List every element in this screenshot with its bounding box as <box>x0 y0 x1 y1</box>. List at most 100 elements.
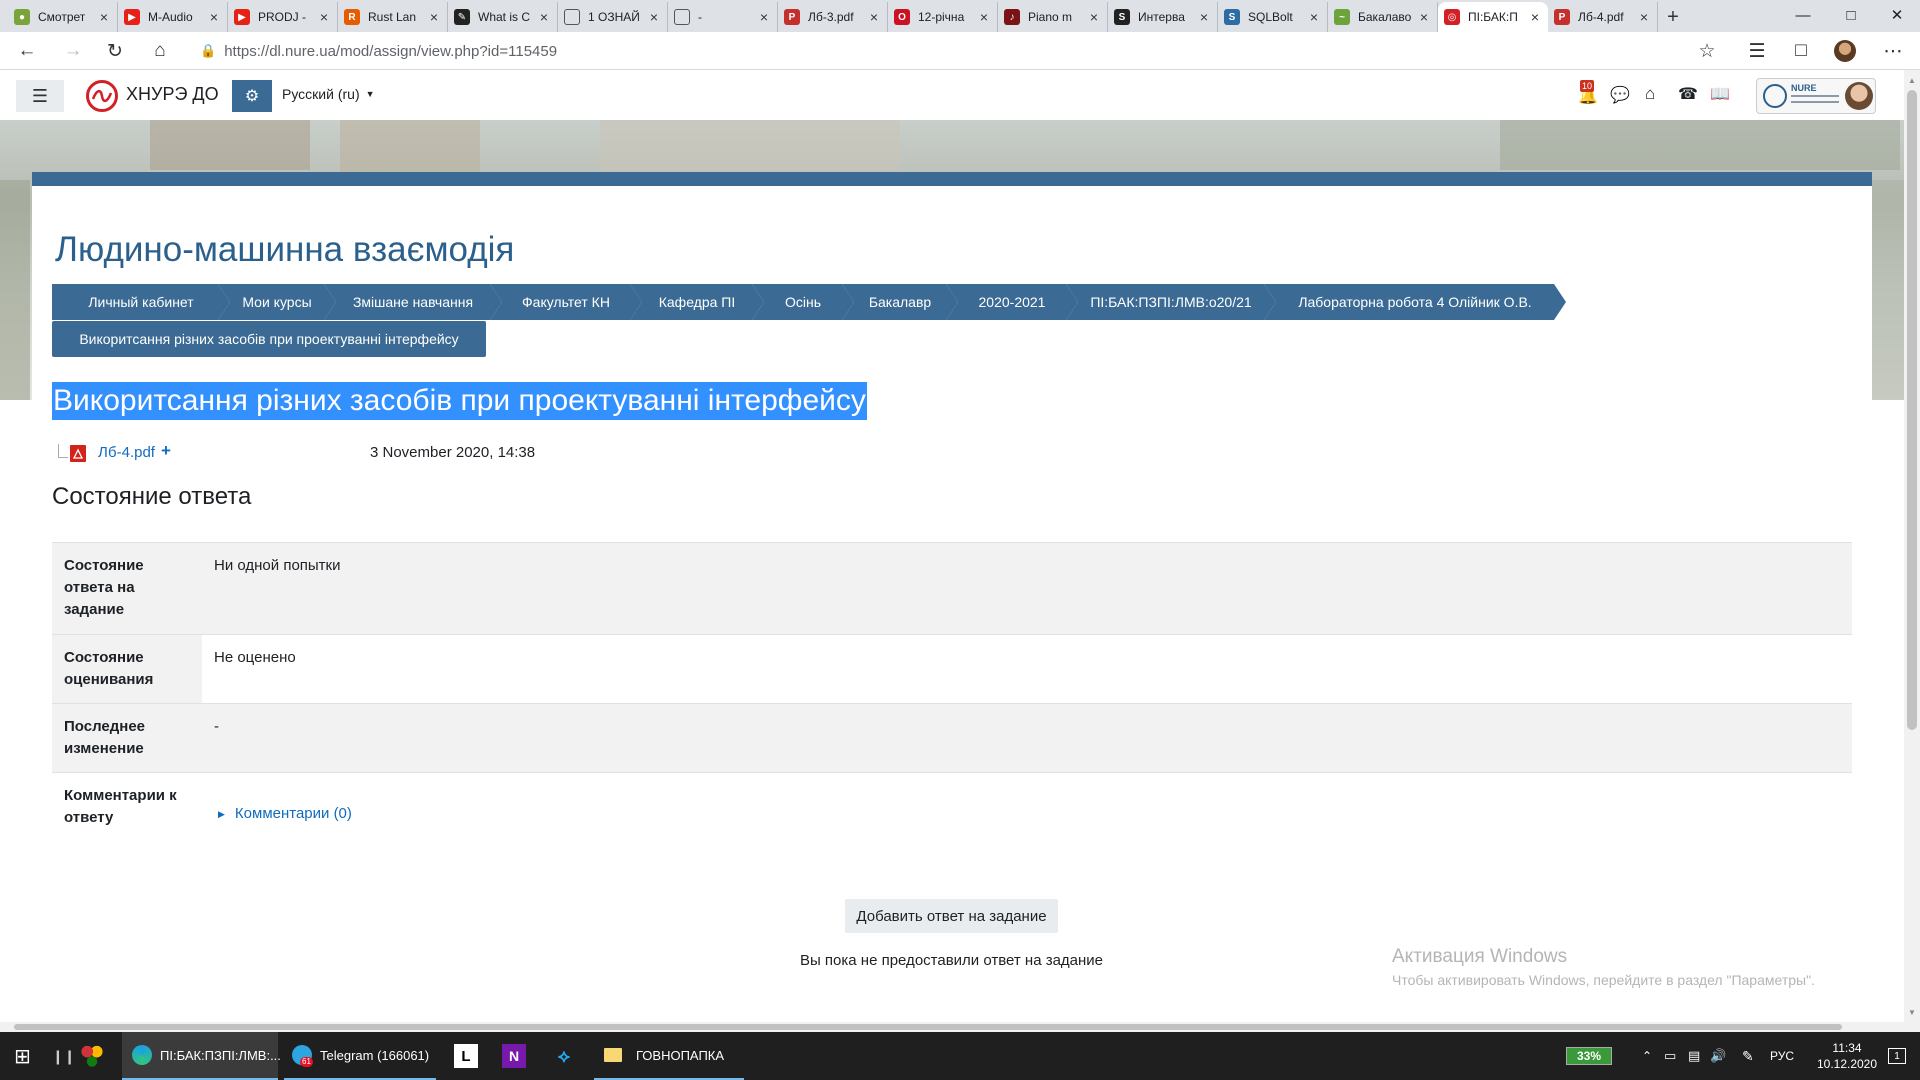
breadcrumb-item[interactable]: Змішане навчання <box>324 284 502 320</box>
lingvo-icon[interactable]: L <box>454 1032 478 1080</box>
breadcrumb-item-current[interactable]: Викоритсання різних засобів при проектув… <box>52 321 486 357</box>
battery-indicator[interactable]: 33% <box>1566 1032 1612 1080</box>
hscrollbar-thumb[interactable] <box>14 1024 1842 1030</box>
file-link[interactable]: Лб-4.pdf <box>98 444 155 461</box>
close-tab-icon[interactable]: × <box>647 9 661 25</box>
add-submission-button[interactable]: Добавить ответ на задание <box>845 899 1058 933</box>
browser-tab[interactable]: S Интерва × <box>1108 2 1218 32</box>
taskbar-folder-window[interactable]: ГОВНОПАПКА <box>594 1032 744 1080</box>
close-tab-icon[interactable]: × <box>1417 9 1431 25</box>
vscode-icon[interactable]: ⟡ <box>552 1032 576 1080</box>
forward-icon[interactable]: → <box>58 36 88 66</box>
browser-tab[interactable]: ✎ What is C × <box>448 2 558 32</box>
browser-tab[interactable]: 1 ОЗНАЙ × <box>558 2 668 32</box>
reload-icon[interactable]: ↻ <box>100 36 130 66</box>
course-title[interactable]: Людино-машинна взаємодія <box>55 230 514 270</box>
favorite-star-icon[interactable]: ☆ <box>1692 36 1722 66</box>
menu-toggle-button[interactable]: ☰ <box>16 80 64 112</box>
close-tab-icon[interactable]: × <box>1087 9 1101 25</box>
browser-tab[interactable]: S SQLBolt × <box>1218 2 1328 32</box>
notification-center-icon[interactable]: 1 <box>1888 1032 1906 1080</box>
close-tab-icon[interactable]: × <box>1197 9 1211 25</box>
new-tab-button[interactable]: + <box>1658 2 1688 32</box>
scrollbar-thumb[interactable] <box>1907 90 1917 730</box>
close-tab-icon[interactable]: × <box>97 9 111 25</box>
breadcrumb-item[interactable]: Осінь <box>752 284 854 320</box>
nure-logo-icon[interactable] <box>86 80 118 112</box>
close-tab-icon[interactable]: × <box>757 9 771 25</box>
taskbar-telegram-window[interactable]: 61 Telegram (166061) <box>284 1032 436 1080</box>
browser-menu-icon[interactable]: ⋯ <box>1878 36 1908 66</box>
collections-icon[interactable]: □ <box>1786 36 1816 66</box>
user-menu[interactable]: NURE <box>1756 78 1876 114</box>
close-tab-icon[interactable]: × <box>867 9 881 25</box>
profile-avatar[interactable] <box>1830 36 1860 66</box>
pen-icon[interactable]: ✎ <box>1742 1032 1754 1080</box>
scroll-down-icon[interactable]: ▼ <box>1908 1008 1916 1017</box>
task-view-icon[interactable]: ❙❙ <box>52 1032 75 1080</box>
language-menu[interactable]: Русский (ru) ▼ <box>282 86 375 102</box>
breadcrumb-item[interactable]: Кафедра ПІ <box>630 284 764 320</box>
input-language[interactable]: РУС <box>1770 1032 1794 1080</box>
breadcrumb-item[interactable]: Лабораторна робота 4 Олійник О.В. <box>1264 284 1566 320</box>
network-icon[interactable]: ▤ <box>1688 1032 1700 1080</box>
colorful-app-icon[interactable] <box>80 1032 104 1080</box>
close-tab-icon[interactable]: × <box>537 9 551 25</box>
onenote-icon[interactable]: N <box>502 1032 526 1080</box>
folder-window-title: ГОВНОПАПКА <box>636 1047 725 1063</box>
breadcrumb-item[interactable]: Личный кабинет <box>52 284 230 320</box>
show-hidden-icons[interactable]: ⌃ <box>1642 1032 1652 1080</box>
home-nav-icon[interactable]: ⌂ <box>1645 84 1655 104</box>
comments-toggle[interactable]: ▶ Комментарии (0) <box>218 803 352 825</box>
plus-icon[interactable]: + <box>161 441 171 461</box>
taskbar-edge-window[interactable]: ПІ:БАК:ПЗПІ:ЛМВ:... <box>122 1032 281 1080</box>
breadcrumb-item[interactable]: Мои курсы <box>218 284 336 320</box>
cogs-icon[interactable]: ⚙ <box>232 80 272 112</box>
book-icon[interactable]: 📖 <box>1710 84 1730 104</box>
browser-tab[interactable]: P Лб-3.pdf × <box>778 2 888 32</box>
breadcrumb-item[interactable]: Факультет КН <box>490 284 642 320</box>
row-label: Комментарии к ответу <box>64 787 177 826</box>
browser-tab[interactable]: - × <box>668 2 778 32</box>
vertical-scrollbar[interactable]: ▲ ▼ <box>1904 70 1920 1032</box>
browser-tab[interactable]: O 12-річна × <box>888 2 998 32</box>
horizontal-scrollbar[interactable] <box>0 1022 1904 1032</box>
home-icon[interactable]: ⌂ <box>145 36 175 66</box>
windows-start-icon[interactable]: ⊞ <box>14 1032 31 1080</box>
breadcrumb-item[interactable]: Бакалавр <box>842 284 958 320</box>
close-tab-icon[interactable]: × <box>1637 9 1651 25</box>
close-tab-icon[interactable]: × <box>977 9 991 25</box>
close-tab-icon[interactable]: × <box>1307 9 1321 25</box>
clock[interactable]: 11:34 10.12.2020 <box>1812 1032 1882 1080</box>
close-tab-icon[interactable]: × <box>1528 9 1542 25</box>
scroll-up-icon[interactable]: ▲ <box>1908 76 1916 85</box>
messages-icon[interactable]: 💬 <box>1610 85 1630 105</box>
maximize-button[interactable]: □ <box>1828 0 1874 30</box>
close-window-button[interactable]: ✕ <box>1874 0 1920 30</box>
back-icon[interactable]: ← <box>12 36 42 66</box>
browser-tab[interactable]: ♪ Piano m × <box>998 2 1108 32</box>
favorites-list-icon[interactable]: ☰ <box>1742 36 1772 66</box>
url-field[interactable]: 🔒 https://dl.nure.ua/mod/assign/view.php… <box>190 37 1710 65</box>
site-name[interactable]: ХНУРЭ ДО <box>126 84 219 105</box>
close-tab-icon[interactable]: × <box>317 9 331 25</box>
volume-icon[interactable]: 🔊 <box>1710 1032 1726 1080</box>
row-value: Ни одной попытки <box>214 557 341 574</box>
tree-line <box>58 444 68 458</box>
browser-tab[interactable]: R Rust Lan × <box>338 2 448 32</box>
browser-tab[interactable]: P Лб-4.pdf × <box>1548 2 1658 32</box>
browser-tab[interactable]: ◎ ПІ:БАК:П × <box>1438 2 1548 32</box>
browser-tab[interactable]: ● Смотрет × <box>8 2 118 32</box>
minimize-button[interactable]: — <box>1780 0 1826 30</box>
browser-tab[interactable]: ▶ M-Audio × <box>118 2 228 32</box>
breadcrumb-item[interactable]: ПІ:БАК:ПЗПІ:ЛМВ:о20/21 <box>1066 284 1276 320</box>
tab-title: Смотрет <box>38 10 86 24</box>
battery-icon[interactable]: ▭ <box>1664 1032 1676 1080</box>
close-tab-icon[interactable]: × <box>427 9 441 25</box>
sqlbolt-icon: S <box>1224 9 1240 25</box>
breadcrumb-item[interactable]: 2020-2021 <box>946 284 1078 320</box>
phone-icon[interactable]: ☎ <box>1678 84 1698 104</box>
browser-tab[interactable]: ~ Бакалаво × <box>1328 2 1438 32</box>
browser-tab[interactable]: ▶ PRODJ - × <box>228 2 338 32</box>
close-tab-icon[interactable]: × <box>207 9 221 25</box>
